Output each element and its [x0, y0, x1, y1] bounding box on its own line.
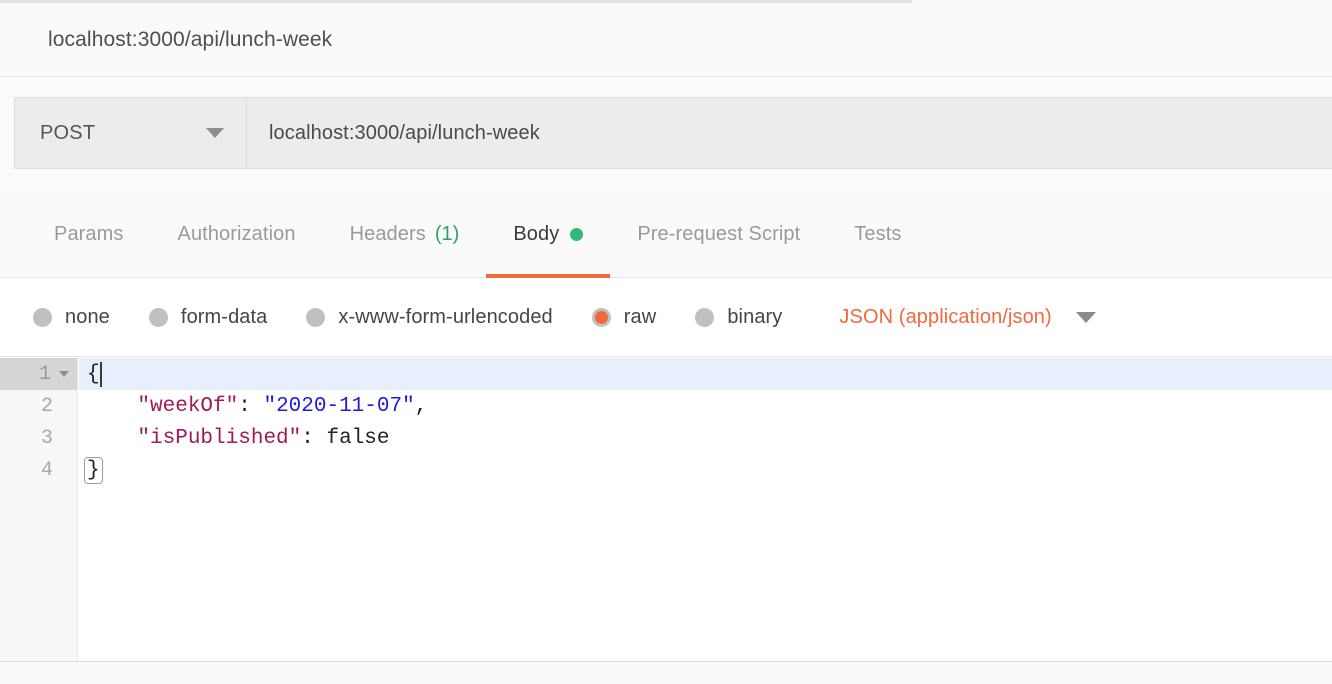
- code-token-colon: :: [301, 427, 326, 450]
- tab-label: Tests: [854, 223, 901, 246]
- line-number-label: 4: [41, 459, 53, 482]
- body-type-radio-x-www-form-urlencoded[interactable]: x-www-form-urlencoded: [306, 306, 552, 329]
- tab-label: Pre-request Script: [637, 223, 800, 246]
- line-number: 3: [0, 422, 77, 454]
- code-line[interactable]: "weekOf": "2020-11-07",: [79, 390, 1332, 422]
- line-number: 1: [0, 358, 77, 390]
- radio-selected-icon: [592, 308, 611, 327]
- active-tab-underline: [486, 274, 610, 278]
- body-type-radio-label: none: [65, 306, 110, 329]
- tab-label: Authorization: [178, 223, 296, 246]
- http-method-label: POST: [40, 122, 95, 145]
- code-token-key: "weekOf": [137, 395, 238, 418]
- body-code-editor[interactable]: 1 2 3 4 { "weekOf": "2020-11-07", "isPublis…: [0, 358, 1332, 661]
- status-bar: [0, 661, 1332, 684]
- body-present-dot-icon: [570, 228, 583, 241]
- code-line[interactable]: "isPublished": false: [79, 422, 1332, 454]
- tab-label: Body: [513, 223, 559, 246]
- body-type-radio-none[interactable]: none: [33, 306, 110, 329]
- body-type-radio-raw[interactable]: raw: [592, 306, 657, 329]
- postman-request-pane: localhost:3000/api/lunch-week POST local…: [0, 0, 1332, 684]
- code-fold-icon[interactable]: [59, 371, 69, 377]
- page-title: localhost:3000/api/lunch-week: [48, 28, 332, 52]
- tab-label: Params: [54, 223, 124, 246]
- text-cursor: [100, 362, 102, 387]
- url-bar-row: POST localhost:3000/api/lunch-week: [0, 78, 1332, 190]
- request-title-wrap: localhost:3000/api/lunch-week: [48, 4, 332, 76]
- tab-params[interactable]: Params: [27, 190, 151, 278]
- radio-unselected-icon: [33, 308, 52, 327]
- line-number-label: 3: [41, 427, 53, 450]
- radio-unselected-icon: [149, 308, 168, 327]
- body-type-options: none form-data x-www-form-urlencoded raw bin…: [33, 279, 1096, 356]
- editor-code-area[interactable]: { "weekOf": "2020-11-07", "isPublished":…: [79, 358, 1332, 661]
- code-token-string-value: "2020-11-07": [263, 395, 414, 418]
- tab-body[interactable]: Body: [486, 190, 610, 278]
- code-token-close-brace: }: [85, 458, 102, 483]
- url-input-value: localhost:3000/api/lunch-week: [269, 122, 540, 145]
- http-method-select[interactable]: POST: [15, 98, 247, 168]
- code-line[interactable]: }: [79, 454, 1332, 486]
- body-type-radio-group: none form-data x-www-form-urlencoded raw bin…: [33, 306, 821, 329]
- line-number-label: 2: [41, 395, 53, 418]
- body-type-row: none form-data x-www-form-urlencoded raw bin…: [0, 279, 1332, 357]
- body-type-radio-label: form-data: [181, 306, 268, 329]
- radio-unselected-icon: [695, 308, 714, 327]
- code-token-colon: :: [238, 395, 263, 418]
- content-type-label: JSON (application/json): [839, 306, 1051, 329]
- line-number-label: 1: [39, 363, 51, 386]
- request-tabs: Params Authorization Headers (1) Body Pre-req…: [27, 190, 928, 278]
- body-type-radio-label: x-www-form-urlencoded: [338, 306, 552, 329]
- radio-unselected-icon: [306, 308, 325, 327]
- body-type-radio-form-data[interactable]: form-data: [149, 306, 268, 329]
- content-type-select[interactable]: JSON (application/json): [839, 306, 1095, 329]
- tab-label: Headers: [350, 223, 426, 246]
- tab-count-badge: (1): [435, 223, 459, 246]
- request-title-bar: localhost:3000/api/lunch-week: [0, 4, 1332, 77]
- code-indent: [87, 427, 137, 450]
- url-bar-group: POST localhost:3000/api/lunch-week: [14, 97, 1332, 169]
- code-token-open-brace: {: [87, 363, 100, 386]
- body-type-radio-label: binary: [727, 306, 782, 329]
- body-type-radio-label: raw: [624, 306, 657, 329]
- code-token-key: "isPublished": [137, 427, 301, 450]
- editor-line-number-gutter: 1 2 3 4: [0, 358, 78, 661]
- request-tabs-row: Params Authorization Headers (1) Body Pre-req…: [0, 190, 1332, 278]
- body-type-radio-binary[interactable]: binary: [695, 306, 782, 329]
- chevron-down-icon: [1076, 312, 1096, 323]
- code-token-boolean-value: false: [326, 427, 389, 450]
- tab-tests[interactable]: Tests: [827, 190, 928, 278]
- tab-pre-request-script[interactable]: Pre-request Script: [610, 190, 827, 278]
- chevron-down-icon: [206, 128, 224, 138]
- tab-headers[interactable]: Headers (1): [323, 190, 487, 278]
- url-input[interactable]: localhost:3000/api/lunch-week: [247, 98, 1332, 168]
- line-number: 2: [0, 390, 77, 422]
- code-line[interactable]: {: [79, 358, 1332, 390]
- code-token-comma: ,: [415, 395, 428, 418]
- code-indent: [87, 395, 137, 418]
- line-number: 4: [0, 454, 77, 486]
- active-request-tab-edge: [0, 0, 912, 3]
- tab-authorization[interactable]: Authorization: [151, 190, 323, 278]
